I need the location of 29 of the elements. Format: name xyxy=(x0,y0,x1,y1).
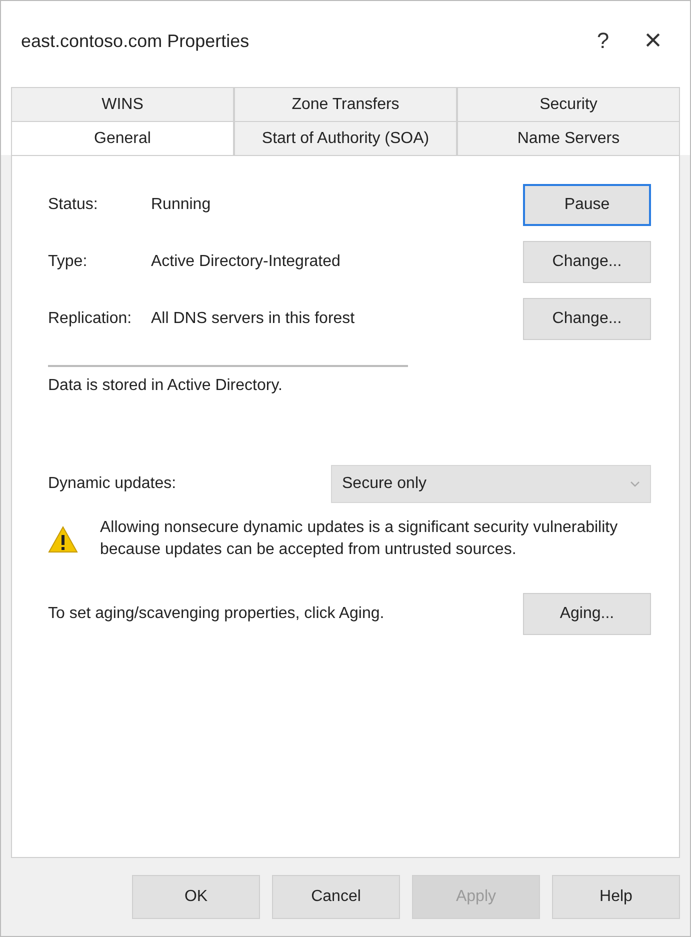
property-value: All DNS servers in this forest xyxy=(151,310,356,328)
action-button[interactable]: Pause xyxy=(523,184,651,226)
action-button[interactable]: Change... xyxy=(523,298,651,340)
tab[interactable]: Security xyxy=(457,87,680,121)
property-value: Active Directory-Integrated xyxy=(151,252,342,270)
dynamic-updates-label: Dynamic updates: xyxy=(48,475,176,493)
action-button[interactable]: Change... xyxy=(523,240,651,282)
property-label: Status: xyxy=(48,196,99,214)
aging-button[interactable]: Aging... xyxy=(523,593,651,635)
dynamic-updates-dropdown[interactable]: Secure only xyxy=(331,465,651,503)
property-label: Type: xyxy=(48,252,88,270)
tab[interactable]: Start of Authority (SOA) xyxy=(234,121,457,155)
chevron-icon xyxy=(630,481,640,487)
warning-icon xyxy=(48,526,78,552)
dialog-button[interactable]: Help xyxy=(552,875,680,919)
dialog-button[interactable]: OK xyxy=(132,875,260,919)
help-button[interactable]: ? xyxy=(578,27,628,55)
property-value: Running xyxy=(151,196,212,214)
tab[interactable]: General xyxy=(11,121,234,155)
tab[interactable]: Name Servers xyxy=(457,121,680,155)
warning-text: Allowing nonsecure dynamic updates is a significant security vulnerability because updates can be accepted from untrusted sources. xyxy=(100,518,619,560)
storage-note: Data is stored in Active Directory. xyxy=(48,377,284,395)
dialog-button[interactable]: Cancel xyxy=(272,875,400,919)
property-label: Replication: xyxy=(48,310,133,328)
window-title: east.contoso.com Properties xyxy=(21,30,250,52)
close-button[interactable]: × xyxy=(628,23,678,59)
tab[interactable]: Zone Transfers xyxy=(234,87,457,121)
tab[interactable]: WINS xyxy=(11,87,234,121)
aging-hint: To set aging/scavenging properties, click Aging. xyxy=(48,605,384,623)
